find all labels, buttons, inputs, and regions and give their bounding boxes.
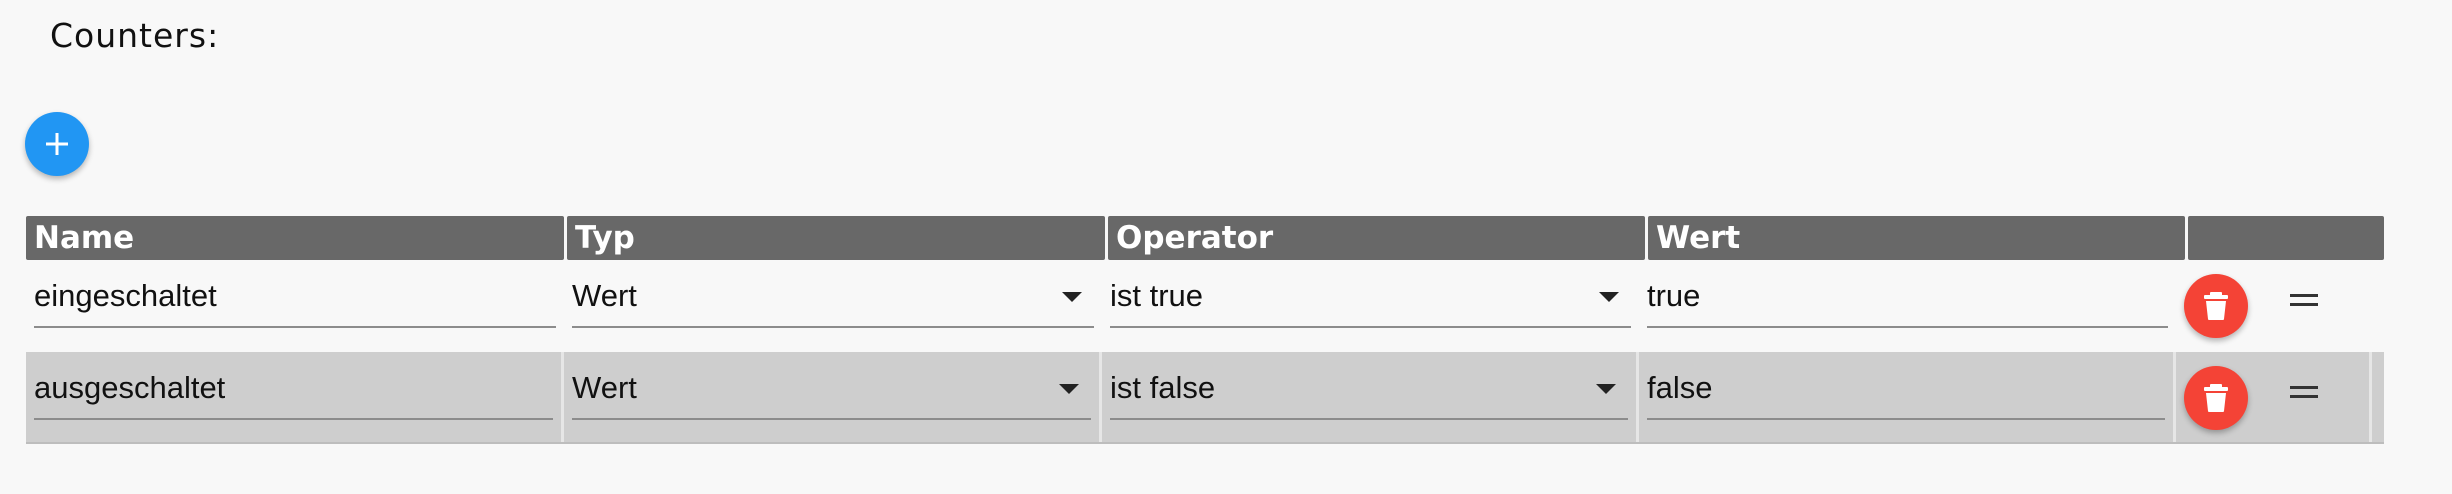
name-input[interactable]: eingeschaltet [34, 272, 556, 328]
trash-icon [2204, 384, 2228, 412]
wert-input[interactable]: false [1647, 364, 2165, 420]
typ-select-value: Wert [572, 278, 637, 313]
column-header-actions [2188, 216, 2384, 260]
typ-select-value: Wert [572, 370, 637, 405]
operator-select[interactable]: ist false [1110, 364, 1628, 420]
drag-handle-icon[interactable] [2290, 386, 2320, 406]
wert-input[interactable]: true [1647, 272, 2168, 328]
name-input[interactable]: ausgeschaltet [34, 364, 553, 420]
column-header-name: Name [26, 216, 564, 260]
table-row: eingeschaltet Wert ist true true [26, 260, 2384, 352]
chevron-down-icon [1599, 292, 1619, 302]
table-header: Name Typ Operator Wert [26, 216, 2384, 260]
add-row-button[interactable] [25, 112, 89, 176]
section-title: Counters: [50, 16, 220, 55]
trash-icon [2204, 292, 2228, 320]
column-header-typ: Typ [567, 216, 1105, 260]
counters-table: Name Typ Operator Wert eingeschaltet Wer… [26, 216, 2384, 444]
column-header-operator: Operator [1108, 216, 1645, 260]
chevron-down-icon [1062, 292, 1082, 302]
typ-select[interactable]: Wert [572, 272, 1094, 328]
delete-row-button[interactable] [2184, 274, 2248, 338]
delete-row-button[interactable] [2184, 366, 2248, 430]
chevron-down-icon [1596, 384, 1616, 394]
column-header-wert: Wert [1648, 216, 2185, 260]
operator-select-value: ist true [1110, 278, 1204, 313]
drag-handle-icon[interactable] [2290, 294, 2320, 314]
chevron-down-icon [1059, 384, 1079, 394]
operator-select[interactable]: ist true [1110, 272, 1631, 328]
typ-select[interactable]: Wert [572, 364, 1091, 420]
operator-select-value: ist false [1110, 370, 1216, 405]
plus-icon [46, 133, 68, 155]
table-row: ausgeschaltet Wert ist false false [26, 352, 2384, 444]
